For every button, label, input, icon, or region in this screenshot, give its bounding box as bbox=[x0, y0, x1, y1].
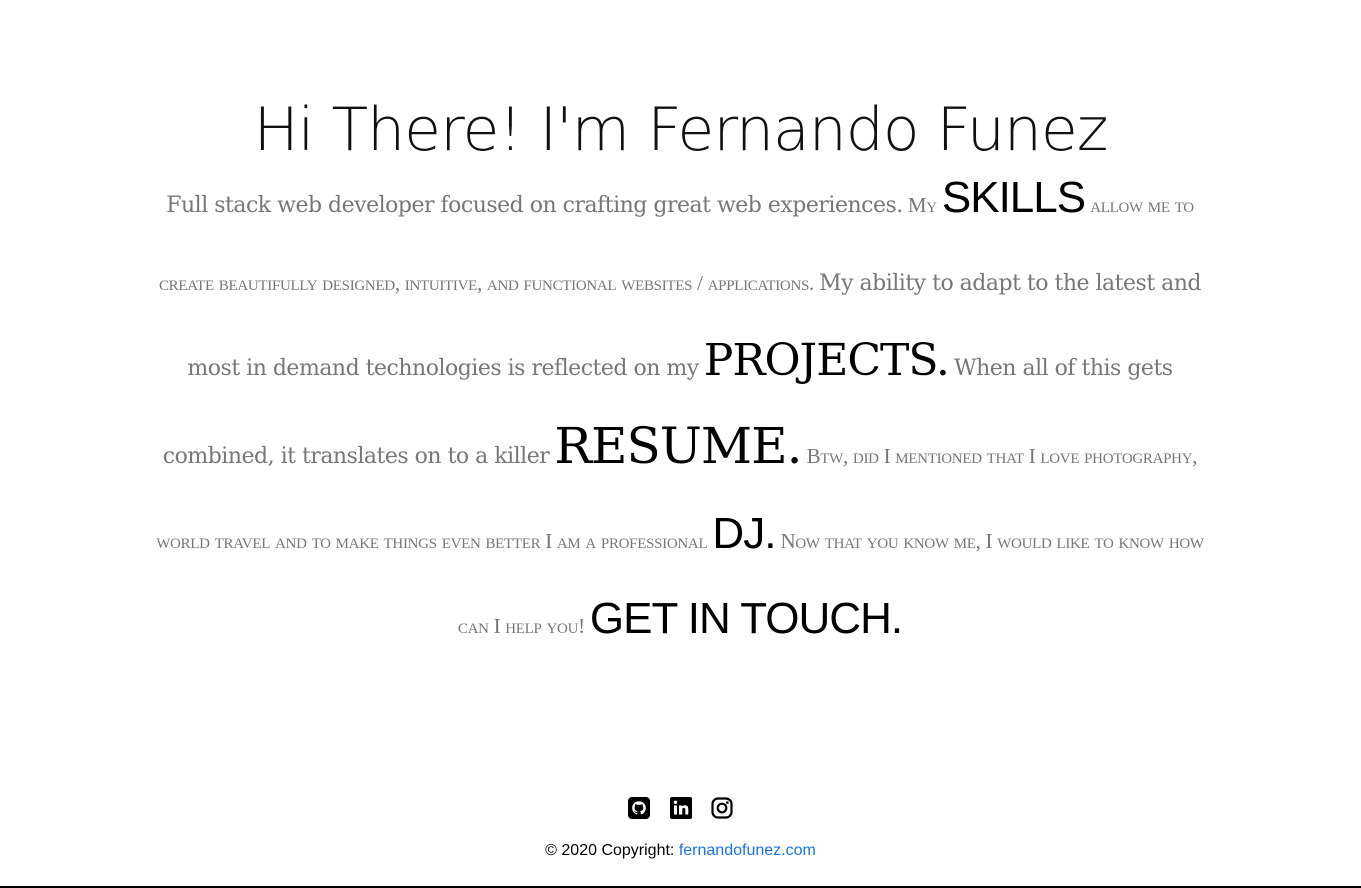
dj-link[interactable]: DJ. bbox=[712, 509, 776, 558]
site-link[interactable]: fernandofunez.com bbox=[679, 842, 816, 859]
intro-text-2: My bbox=[907, 193, 937, 217]
intro-text-1: Full stack web developer focused on craf… bbox=[166, 193, 903, 218]
intro-paragraph: Full stack web developer focused on craf… bbox=[150, 160, 1210, 666]
instagram-icon[interactable] bbox=[710, 796, 734, 820]
linkedin-icon[interactable] bbox=[669, 796, 693, 820]
projects-link[interactable]: PROJECTS. bbox=[704, 335, 950, 386]
copyright: © 2020 Copyright: fernandofunez.com bbox=[0, 842, 1361, 860]
social-links bbox=[0, 796, 1361, 820]
skills-link[interactable]: SKILLS bbox=[942, 173, 1086, 222]
copyright-text: © 2020 Copyright: bbox=[545, 842, 675, 859]
github-icon[interactable] bbox=[627, 796, 651, 820]
page-title: Hi There! I'm Fernando Funez bbox=[253, 95, 1109, 166]
get-in-touch-link[interactable]: GET IN TOUCH. bbox=[590, 594, 903, 643]
resume-link[interactable]: RESUME. bbox=[554, 417, 802, 475]
